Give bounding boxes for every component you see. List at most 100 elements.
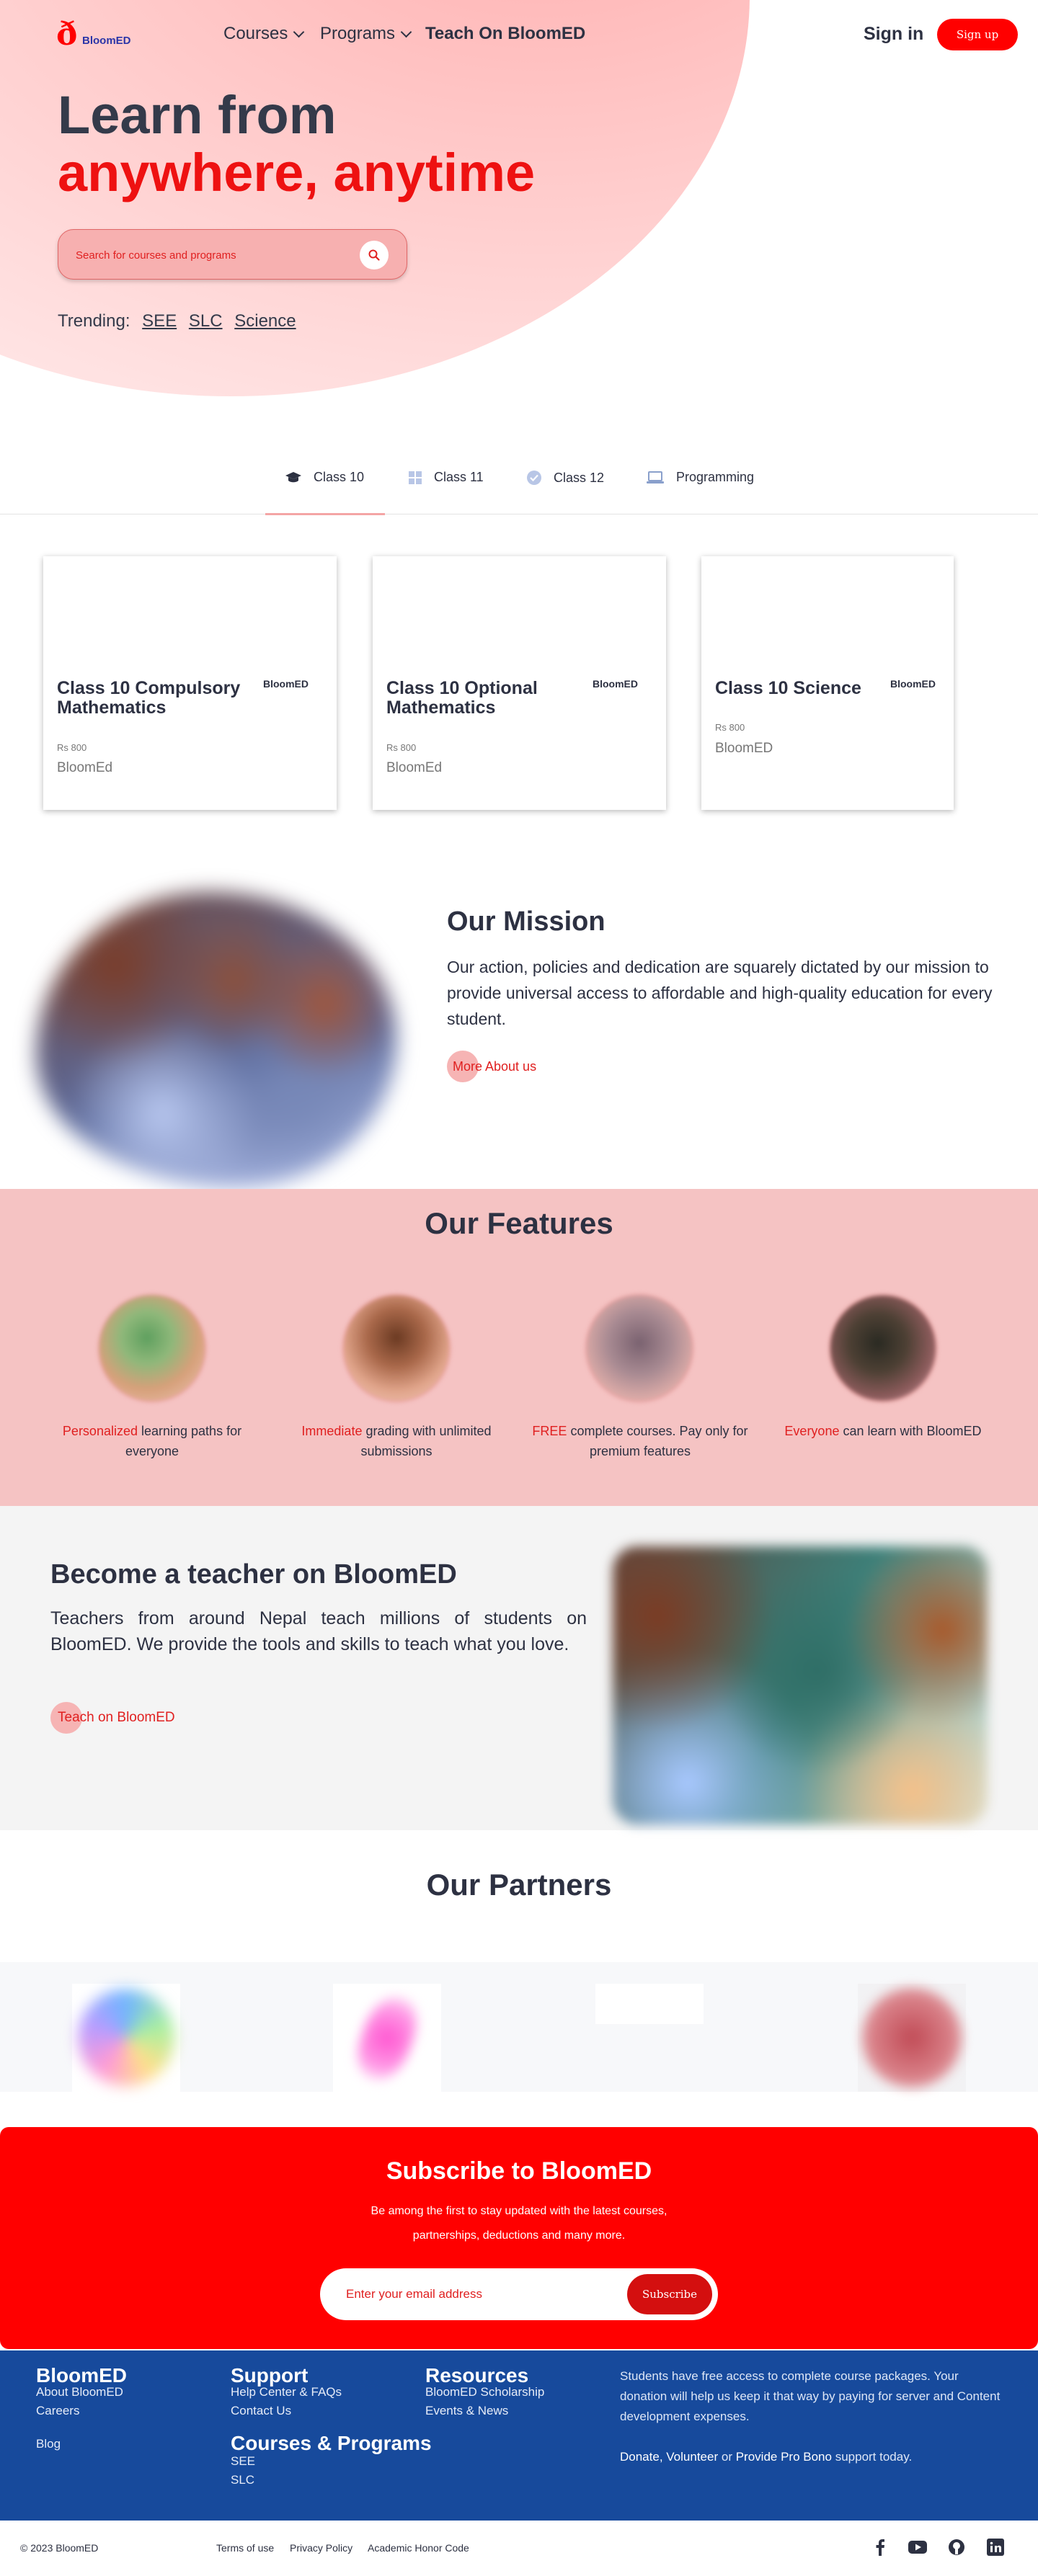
- course-brand: BloomED: [263, 678, 309, 690]
- teach-on-bloomed-button[interactable]: Teach on BloomED: [50, 1702, 175, 1734]
- tab-class-12[interactable]: Class 12: [526, 470, 604, 486]
- tab-programming[interactable]: Programming: [646, 470, 754, 485]
- top-nav: ð BloomED Courses Programs Teach On Bloo…: [0, 0, 1038, 69]
- feature-highlight: Personalized: [62, 1424, 138, 1438]
- course-title: Class 10 Compulsory Mathematics: [57, 678, 241, 718]
- partner-logo[interactable]: [858, 1984, 966, 2092]
- footer-link[interactable]: About BloomED: [36, 2385, 123, 2399]
- honor-code-link[interactable]: Academic Honor Code: [368, 2542, 469, 2554]
- course-provider: BloomED: [715, 741, 773, 756]
- footer-link[interactable]: Events & News: [425, 2404, 508, 2418]
- pro-bono-link[interactable]: Provide Pro Bono: [736, 2450, 832, 2464]
- course-card[interactable]: Class 10 Optional Mathematics BloomED Rs…: [373, 556, 666, 810]
- features-section: Our Features Personalized learning paths…: [0, 1189, 1038, 1506]
- feature-highlight: FREE: [532, 1424, 567, 1438]
- footer-link[interactable]: Help Center & FAQs: [231, 2385, 342, 2399]
- partners-logos: [0, 1962, 1038, 2092]
- nav-courses-label: Courses: [223, 24, 288, 43]
- check-circle-icon: [527, 471, 541, 485]
- tab-class-10[interactable]: Class 10: [285, 470, 364, 485]
- footer-heading: Support: [231, 2364, 309, 2386]
- support-text: support today.: [835, 2450, 913, 2464]
- features-heading: Our Features: [425, 1206, 613, 1240]
- footer-link[interactable]: SEE: [231, 2454, 255, 2469]
- feature-desc: can learn with BloomED: [839, 1424, 982, 1438]
- footer-link[interactable]: Careers: [36, 2404, 79, 2418]
- partners-heading: Our Partners: [426, 1868, 612, 1902]
- feature-text: FREE complete courses. Pay only for prem…: [528, 1421, 752, 1461]
- trending-label: Trending:: [58, 311, 130, 331]
- partner-logo[interactable]: [72, 1984, 180, 2092]
- course-provider: BloomEd: [386, 760, 443, 775]
- search-icon: [368, 249, 380, 261]
- footer-link[interactable]: Blog: [36, 2437, 61, 2451]
- subscribe-button[interactable]: Subscribe: [627, 2274, 712, 2314]
- sign-up-button[interactable]: Sign up: [937, 19, 1018, 50]
- tab-class-11[interactable]: Class 11: [408, 470, 484, 485]
- feature-text: Immediate grading with unlimited submiss…: [285, 1421, 508, 1461]
- trending-link[interactable]: SLC: [189, 311, 223, 331]
- course-card[interactable]: Class 10 Science BloomED Rs 800 BloomED: [701, 556, 954, 810]
- graduation-cap-icon: [285, 471, 301, 482]
- trending-link[interactable]: SEE: [142, 311, 177, 331]
- or-text: or: [721, 2450, 732, 2464]
- footer: BloomED About BloomED Careers Blog Suppo…: [0, 2350, 1038, 2521]
- search-button[interactable]: [360, 241, 389, 269]
- hero-heading-line1: Learn from: [58, 85, 337, 145]
- hero-search: [58, 229, 407, 280]
- donation-note: Students have free access to complete co…: [620, 2369, 1001, 2423]
- youtube-icon[interactable]: [908, 2538, 927, 2557]
- bottom-bar: © 2023 BloomED Terms of use Privacy Poli…: [0, 2521, 1038, 2576]
- class-tabs: Class 10 Class 11 Class 12 Programming: [0, 447, 1038, 515]
- feature-desc: complete courses. Pay only for premium f…: [567, 1424, 748, 1458]
- mission-text: Our action, policies and dedication are …: [447, 958, 993, 1028]
- facebook-icon[interactable]: [871, 2538, 890, 2557]
- privacy-link[interactable]: Privacy Policy: [290, 2542, 352, 2554]
- search-input[interactable]: [76, 246, 350, 264]
- partner-logo[interactable]: [595, 1984, 704, 2024]
- nav-courses[interactable]: Courses: [223, 24, 305, 44]
- footer-link[interactable]: SLC: [231, 2473, 254, 2487]
- subscribe-form: Subscribe: [320, 2268, 718, 2320]
- partner-logo-mark: [78, 1989, 174, 2086]
- volunteer-link[interactable]: Volunteer: [666, 2450, 718, 2464]
- course-card[interactable]: Class 10 Compulsory Mathematics BloomED …: [43, 556, 337, 810]
- partner-logo[interactable]: [333, 1984, 441, 2092]
- donate-link[interactable]: Donate: [620, 2450, 660, 2464]
- tab-label: Class 10: [314, 470, 365, 484]
- terms-link[interactable]: Terms of use: [216, 2542, 274, 2554]
- logo-mark: ð: [56, 16, 78, 53]
- sign-in-link[interactable]: Sign in: [864, 24, 923, 45]
- chevron-down-icon: [293, 26, 305, 37]
- footer-heading: Courses & Programs: [231, 2432, 432, 2454]
- trending-link[interactable]: Science: [234, 311, 296, 331]
- feature-image: [342, 1294, 451, 1402]
- mission-heading: Our Mission: [447, 906, 606, 937]
- teacher-section: Become a teacher on BloomED Teachers fro…: [0, 1506, 1038, 1830]
- email-field[interactable]: [346, 2286, 562, 2303]
- feature-highlight: Everyone: [784, 1424, 840, 1438]
- feature-image: [98, 1294, 206, 1402]
- subscribe-section: Subscribe to BloomED Be among the first …: [0, 2127, 1038, 2349]
- github-icon[interactable]: [947, 2538, 966, 2557]
- logo[interactable]: ð BloomED: [56, 19, 136, 50]
- footer-link[interactable]: Contact Us: [231, 2404, 291, 2418]
- chevron-down-icon: [400, 26, 412, 37]
- hero-heading-line2: anywhere, anytime: [58, 143, 536, 202]
- nav-programs[interactable]: Programs: [320, 24, 412, 44]
- active-tab-indicator: [265, 513, 385, 515]
- feature-desc: grading with unlimited submissions: [360, 1424, 492, 1458]
- mission-image: [36, 892, 396, 1187]
- support-line: Donate, Volunteer or Provide Pro Bono su…: [620, 2450, 913, 2464]
- more-about-us-button[interactable]: More About us: [447, 1051, 536, 1082]
- tab-label: Class 11: [434, 470, 484, 484]
- footer-link[interactable]: BloomED Scholarship: [425, 2385, 544, 2399]
- footer-heading: BloomED: [36, 2364, 127, 2386]
- nav-teach[interactable]: Teach On BloomED: [425, 24, 585, 44]
- logo-text: BloomED: [82, 35, 131, 47]
- course-provider: BloomEd: [57, 760, 113, 775]
- feature-highlight: Immediate: [301, 1424, 363, 1438]
- tab-label: Class 12: [554, 470, 605, 485]
- course-title: Class 10 Science: [715, 678, 861, 698]
- linkedin-icon[interactable]: [986, 2538, 1005, 2557]
